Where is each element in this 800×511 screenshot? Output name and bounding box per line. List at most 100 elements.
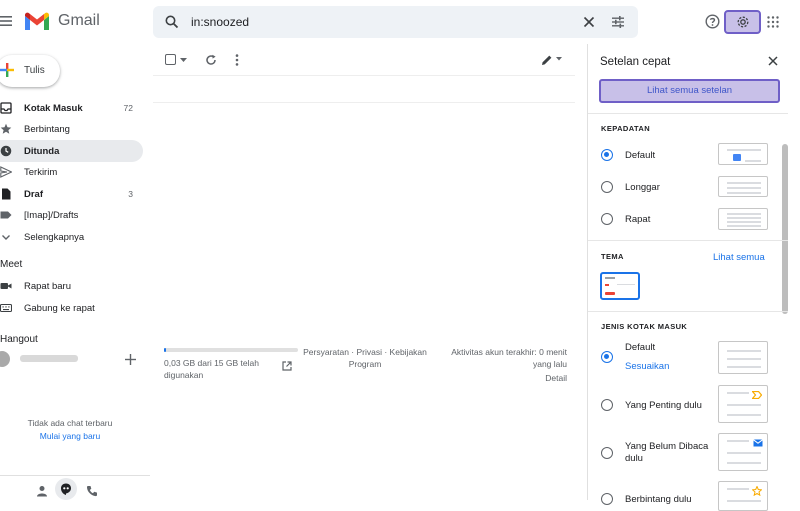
inbox-default-radio[interactable]	[601, 351, 613, 363]
density-default-radio[interactable]	[601, 149, 613, 161]
input-tools-pencil-icon[interactable]	[541, 54, 553, 66]
help-icon[interactable]	[705, 14, 720, 29]
inbox-important-first-radio[interactable]	[601, 399, 613, 411]
sidebar-item-snoozed[interactable]: Ditunda	[0, 140, 143, 162]
sidebar-item-sent[interactable]: Terkirim	[0, 161, 143, 183]
send-icon	[0, 166, 12, 178]
settings-button[interactable]	[724, 10, 761, 34]
close-icon[interactable]	[768, 56, 778, 66]
gear-icon	[736, 15, 750, 29]
inbox-important-first-preview	[718, 385, 768, 423]
density-compact-label: Rapat	[625, 214, 651, 225]
envelope-icon	[753, 439, 763, 447]
new-chat-plus-icon[interactable]	[125, 354, 136, 365]
start-new-chat-link[interactable]: Mulai yang baru	[0, 431, 140, 441]
density-default-preview	[718, 143, 768, 165]
video-camera-icon	[0, 280, 12, 292]
storage-bar-fill	[164, 348, 166, 352]
scrollbar-thumb[interactable]	[782, 144, 788, 314]
plus-icon	[0, 63, 14, 77]
apps-grid-icon[interactable]	[767, 16, 779, 28]
main-menu-icon[interactable]	[0, 14, 14, 28]
search-bar	[153, 6, 638, 38]
no-chat-text: Tidak ada chat terbaru	[27, 418, 113, 428]
top-header: Gmail	[0, 0, 800, 44]
clock-icon	[0, 145, 12, 157]
inbox-starred-first-radio[interactable]	[601, 493, 613, 505]
sidebar-item-label: Selengkapnya	[24, 232, 85, 243]
inbox-starred-first-preview	[718, 481, 768, 511]
divider	[588, 113, 788, 114]
hangout-user-row[interactable]	[0, 349, 145, 369]
storage-usage-text: 0,03 GB dari 15 GB telah digunakan	[164, 358, 259, 380]
sidebar-item-join-meeting[interactable]: Gabung ke rapat	[0, 297, 143, 319]
sidebar-item-drafts[interactable]: Draf 3	[0, 183, 143, 205]
clear-search-icon[interactable]	[583, 16, 595, 28]
sidebar-item-label: Ditunda	[24, 146, 60, 157]
inbox-unread-first-label: Yang Belum Dibaca dulu	[625, 441, 709, 464]
avatar	[0, 351, 10, 367]
inbox-important-first-label: Yang Penting dulu	[625, 400, 702, 411]
sidebar-item-more[interactable]: Selengkapnya	[0, 226, 143, 248]
terms-privacy-links[interactable]: Persyaratan · Privasi · Kebijakan Progra…	[300, 346, 430, 370]
quick-settings-panel: Setelan cepat Lihat semua setelan KEPADA…	[587, 44, 800, 511]
sidebar-item-label: Berbintang	[24, 124, 70, 135]
quick-settings-title: Setelan cepat	[600, 56, 671, 68]
chat-bubble-icon	[60, 483, 72, 495]
more-options-icon[interactable]	[235, 54, 239, 66]
sidebar-item-label: Rapat baru	[24, 281, 72, 292]
hangouts-chat-icon[interactable]	[55, 478, 77, 500]
inbox-unread-first-radio[interactable]	[601, 447, 613, 459]
density-compact-preview	[718, 208, 768, 230]
sidebar-item-label: Kotak Masuk	[24, 103, 83, 114]
sidebar-item-starred[interactable]: Berbintang	[0, 118, 143, 140]
search-icon[interactable]	[165, 15, 179, 29]
search-options-icon[interactable]	[611, 15, 625, 29]
content-divider	[153, 102, 575, 103]
sidebar-item-new-meeting[interactable]: Rapat baru	[0, 275, 143, 297]
star-icon	[752, 486, 762, 496]
sidebar-item-label: Draf	[24, 189, 44, 200]
gmail-logo-text[interactable]: Gmail	[58, 12, 100, 30]
person-icon[interactable]	[36, 485, 48, 497]
inbox-type-heading: JENIS KOTAK MASUK	[601, 322, 688, 331]
density-comfortable-preview	[718, 176, 768, 197]
details-link[interactable]: Detail	[507, 372, 567, 384]
select-all-checkbox[interactable]	[165, 54, 176, 65]
theme-default-thumbnail[interactable]	[600, 272, 640, 300]
compose-button[interactable]: Tulis	[0, 55, 60, 87]
inbox-unread-first-preview	[718, 433, 768, 471]
toolbar-divider	[153, 75, 575, 76]
open-in-new-icon[interactable]	[282, 361, 292, 371]
density-comfortable-label: Longgar	[625, 182, 660, 193]
hangout-section-title: Hangout	[0, 334, 38, 345]
star-icon	[0, 123, 12, 135]
inbox-icon	[0, 102, 12, 114]
draft-file-icon	[0, 188, 12, 200]
sidebar-item-label: Gabung ke rapat	[24, 303, 95, 314]
divider	[588, 240, 788, 241]
see-all-themes-link[interactable]: Lihat semua	[713, 252, 765, 263]
select-dropdown-arrow-icon[interactable]	[180, 58, 187, 63]
gmail-logo-icon[interactable]	[24, 12, 50, 32]
storage-bar	[164, 348, 298, 352]
chevron-down-icon	[0, 231, 12, 243]
last-activity-text: Aktivitas akun terakhir: 0 menit yang la…	[451, 347, 567, 369]
search-input[interactable]	[191, 13, 551, 31]
density-heading: KEPADATAN	[601, 124, 651, 133]
sidebar-item-label: Terkirim	[24, 167, 58, 178]
see-all-settings-button[interactable]: Lihat semua setelan	[599, 79, 780, 103]
sidebar-item-inbox[interactable]: Kotak Masuk 72	[0, 97, 143, 119]
sidebar-item-label: [Imap]/Drafts	[24, 210, 79, 221]
input-tools-dropdown-icon[interactable]	[556, 57, 562, 61]
meet-section-title: Meet	[0, 259, 23, 270]
sidebar-item-imap-drafts[interactable]: [Imap]/Drafts	[0, 204, 143, 226]
draft-count: 3	[128, 189, 133, 199]
phone-icon[interactable]	[86, 485, 98, 497]
density-compact-radio[interactable]	[601, 213, 613, 225]
keyboard-icon	[0, 302, 12, 314]
density-comfortable-radio[interactable]	[601, 181, 613, 193]
bottom-divider	[0, 475, 150, 476]
customize-inbox-link[interactable]: Sesuaikan	[625, 361, 669, 372]
refresh-icon[interactable]	[205, 54, 217, 66]
